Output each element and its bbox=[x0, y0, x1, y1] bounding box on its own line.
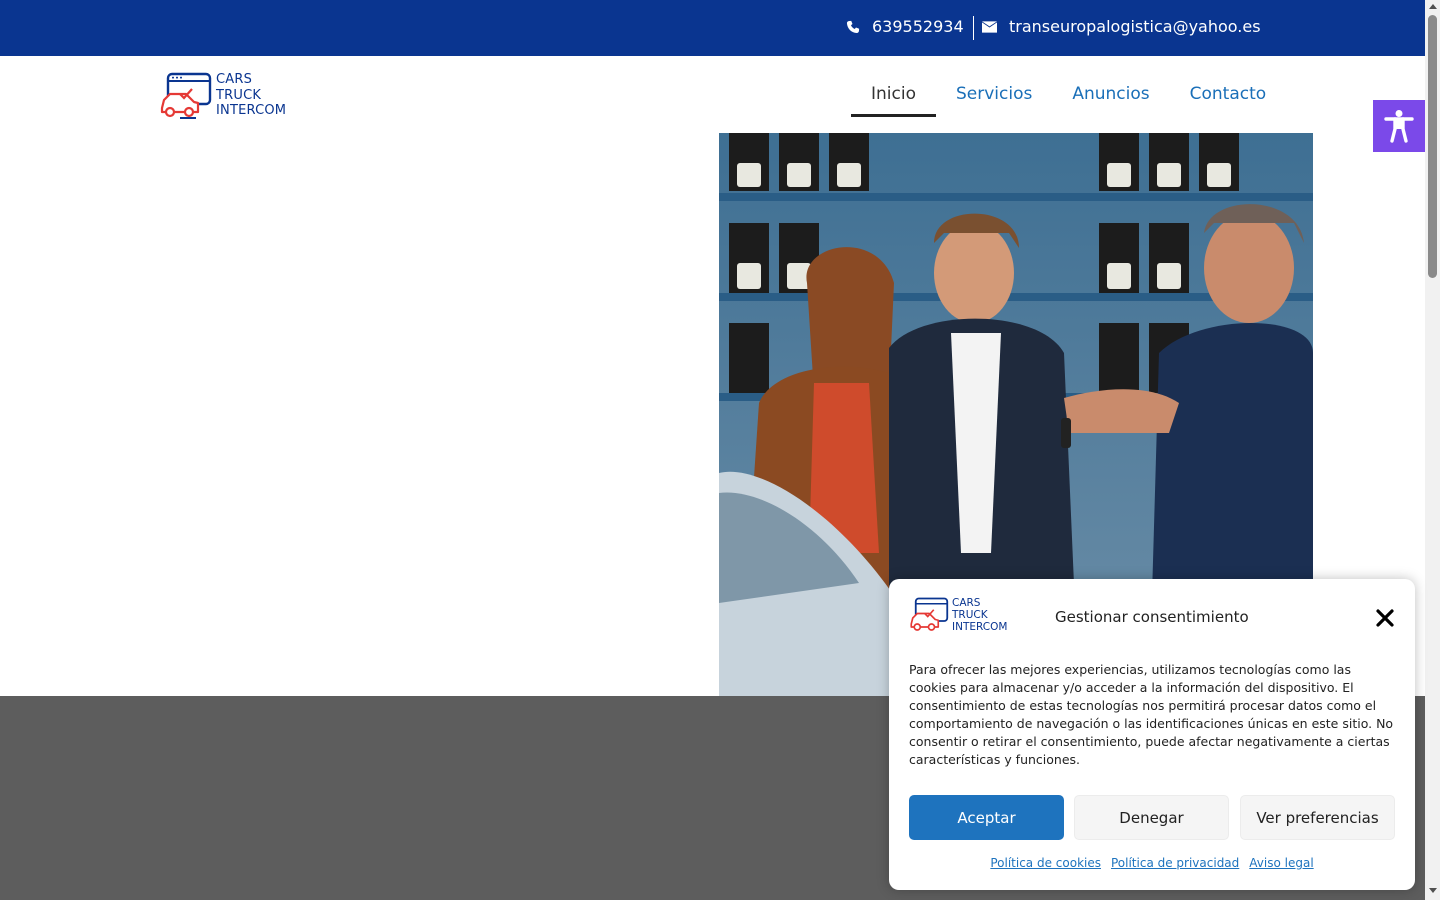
envelope-icon bbox=[982, 20, 997, 33]
cookie-logo-line-truck: TRUCK bbox=[952, 609, 988, 621]
cookie-consent-dialog: CARS TRUCK INTERCOM Gestionar consentimi… bbox=[889, 579, 1415, 890]
main-nav: Inicio Servicios Anuncios Contacto bbox=[851, 82, 1286, 117]
accessibility-icon bbox=[1384, 110, 1414, 143]
cookie-logo: CARS TRUCK INTERCOM bbox=[909, 597, 1009, 633]
cookie-message: Para ofrecer las mejores experiencias, u… bbox=[909, 662, 1394, 767]
scroll-down-arrow[interactable] bbox=[1429, 888, 1437, 893]
legal-notice-link[interactable]: Aviso legal bbox=[1249, 856, 1313, 870]
phone-contact[interactable]: 639552934 bbox=[846, 17, 964, 36]
nav-item-contacto[interactable]: Contacto bbox=[1170, 82, 1287, 116]
accept-button[interactable]: Aceptar bbox=[909, 795, 1064, 840]
accessibility-button[interactable] bbox=[1373, 100, 1425, 152]
logo-text: CARS TRUCK INTERCOM bbox=[216, 72, 286, 119]
nav-item-inicio[interactable]: Inicio bbox=[851, 82, 936, 117]
nav-item-anuncios[interactable]: Anuncios bbox=[1052, 82, 1169, 116]
site-logo[interactable]: CARS TRUCK INTERCOM bbox=[160, 72, 290, 120]
cookie-policy-link[interactable]: Política de cookies bbox=[990, 856, 1101, 870]
deny-button[interactable]: Denegar bbox=[1074, 795, 1229, 840]
logo-line-cars: CARS bbox=[216, 72, 253, 87]
phone-icon bbox=[846, 20, 860, 34]
close-button[interactable] bbox=[1374, 607, 1396, 629]
email-contact[interactable]: transeuropalogistica@yahoo.es bbox=[982, 17, 1261, 36]
privacy-policy-link[interactable]: Política de privacidad bbox=[1111, 856, 1239, 870]
cookie-logo-text: CARS TRUCK INTERCOM bbox=[952, 597, 1007, 633]
phone-number[interactable]: 639552934 bbox=[872, 17, 964, 36]
car-logo-icon bbox=[910, 597, 949, 631]
scrollbar-thumb[interactable] bbox=[1428, 15, 1437, 278]
cookie-logo-line-cars: CARS bbox=[952, 597, 981, 609]
car-logo-icon bbox=[160, 72, 212, 119]
cookie-title: Gestionar consentimiento bbox=[1055, 608, 1249, 626]
email-address[interactable]: transeuropalogistica@yahoo.es bbox=[1009, 17, 1261, 36]
top-contact-bar: 639552934 transeuropalogistica@yahoo.es bbox=[0, 0, 1425, 56]
logo-line-truck: TRUCK bbox=[216, 87, 262, 103]
view-preferences-button[interactable]: Ver preferencias bbox=[1240, 795, 1395, 840]
cookie-policy-links: Política de cookies Política de privacid… bbox=[889, 856, 1415, 870]
close-icon bbox=[1376, 609, 1394, 627]
nav-item-servicios[interactable]: Servicios bbox=[936, 82, 1052, 116]
scroll-up-arrow[interactable] bbox=[1429, 4, 1437, 9]
logo-line-intercom: INTERCOM bbox=[216, 103, 287, 118]
cookie-logo-line-intercom: INTERCOM bbox=[952, 621, 1008, 633]
contact-separator bbox=[973, 16, 974, 40]
